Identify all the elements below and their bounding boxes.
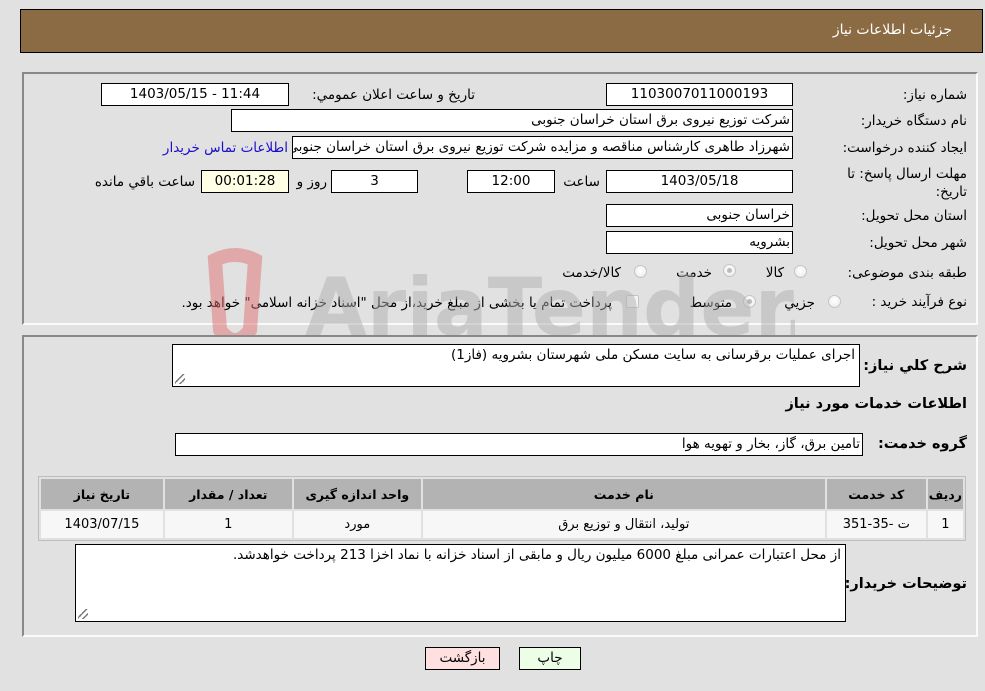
back-button[interactable]: بازگشت (425, 647, 500, 670)
category-radio-goods[interactable] (794, 265, 807, 278)
category-radio-goods-service[interactable] (634, 265, 647, 278)
service-group-field[interactable]: تامین برق، گاز، بخار و تهویه هوا (175, 433, 863, 456)
buyer-org-field[interactable]: شرکت توزیع نیروی برق استان خراسان جنوبی (231, 109, 793, 132)
delivery-province-label: استان محل تحویل: (861, 208, 967, 224)
resize-grip-icon[interactable] (175, 374, 185, 384)
delivery-city-label: شهر محل تحویل: (869, 235, 967, 251)
page-title: جزئیات اطلاعات نیاز (832, 22, 952, 38)
page-header: جزئیات اطلاعات نیاز (20, 9, 983, 53)
treasury-checkbox[interactable] (626, 295, 639, 308)
cell-service-code: ت -35-351 (826, 511, 926, 538)
description-text: اجرای عملیات برقرسانی به سایت مسکن ملی ش… (450, 347, 855, 363)
col-row-number: رديف (927, 479, 963, 509)
buyer-notes-text: از محل اعتبارات عمرانی مبلغ 6000 میلیون … (232, 547, 841, 563)
delivery-city-field[interactable]: بشرویه (606, 231, 793, 254)
print-button[interactable]: چاپ (519, 647, 581, 670)
col-need-date: تاريخ نياز (41, 479, 163, 509)
category-option-goods-service: کالا/خدمت (562, 265, 621, 281)
requester-label: ایجاد کننده درخواست: (842, 140, 967, 156)
deadline-time-field[interactable]: 12:00 (467, 170, 555, 193)
service-group-label: گروه خدمت: (877, 436, 967, 452)
category-radio-service[interactable] (723, 264, 736, 277)
announce-datetime-label: تاریخ و ساعت اعلان عمومي: (312, 87, 475, 103)
announce-datetime-field[interactable]: 1403/05/15 - 11:44 (101, 83, 289, 106)
description-label: شرح کلي نياز: (863, 358, 967, 374)
resize-grip-icon[interactable] (78, 609, 88, 619)
col-quantity: تعداد / مقدار (164, 479, 292, 509)
cell-quantity: 1 (164, 511, 292, 538)
purchase-option-minor: جزيي (784, 295, 815, 311)
deadline-time-label: ساعت (563, 174, 600, 190)
deadline-date-field[interactable]: 1403/05/18 (606, 170, 793, 193)
col-service-name: نام خدمت (422, 479, 825, 509)
services-table: رديف کد خدمت نام خدمت واحد اندازه گيری ت… (38, 476, 966, 541)
cell-row-number: 1 (927, 511, 963, 538)
services-section-title: اطلاعات خدمات مورد نياز (785, 396, 967, 412)
buyer-notes-label: توضيحات خريدار: (844, 576, 967, 592)
requester-field[interactable]: شهرزاد طاهری کارشناس مناقصه و مزایده شرک… (292, 136, 793, 159)
cell-need-date: 1403/07/15 (41, 511, 163, 538)
table-header-row: رديف کد خدمت نام خدمت واحد اندازه گيری ت… (41, 479, 963, 509)
description-field[interactable]: اجرای عملیات برقرسانی به سایت مسکن ملی ش… (172, 344, 860, 387)
purchase-option-medium: متوسط (689, 295, 732, 311)
delivery-province-field[interactable]: خراسان جنوبی (606, 204, 793, 227)
time-remaining-label: ساعت باقي مانده (94, 174, 195, 190)
treasury-note: پرداخت تمام یا بخشی از مبلغ خرید،از محل … (181, 295, 612, 311)
deadline-label: مهلت ارسال پاسخ: تا تاریخ: (847, 166, 967, 200)
cell-service-name: تولید، انتقال و توزیع برق (422, 511, 825, 538)
table-row: 1 ت -35-351 تولید، انتقال و توزیع برق مو… (41, 511, 963, 538)
col-unit: واحد اندازه گيری (293, 479, 421, 509)
category-option-goods: کالا (765, 265, 784, 281)
need-number-label: شماره نیاز: (902, 87, 967, 103)
purchase-radio-medium[interactable] (743, 295, 756, 308)
days-label: روز و (296, 174, 327, 190)
cell-unit: مورد (293, 511, 421, 538)
category-label: طبقه بندی موضوعی: (847, 265, 967, 281)
col-service-code: کد خدمت (826, 479, 926, 509)
category-option-service: خدمت (676, 265, 712, 281)
purchase-radio-minor[interactable] (828, 295, 841, 308)
time-remaining-field: 00:01:28 (201, 170, 289, 193)
days-remaining-field[interactable]: 3 (331, 170, 418, 193)
buyer-notes-field[interactable]: از محل اعتبارات عمرانی مبلغ 6000 میلیون … (75, 544, 846, 622)
need-number-field[interactable]: 1103007011000193 (606, 83, 793, 106)
purchase-type-label: نوع فرآیند خرید : (871, 294, 967, 310)
buyer-org-label: نام دستگاه خريدار: (860, 113, 967, 129)
buyer-contact-link[interactable]: اطلاعات تماس خریدار (163, 140, 288, 156)
